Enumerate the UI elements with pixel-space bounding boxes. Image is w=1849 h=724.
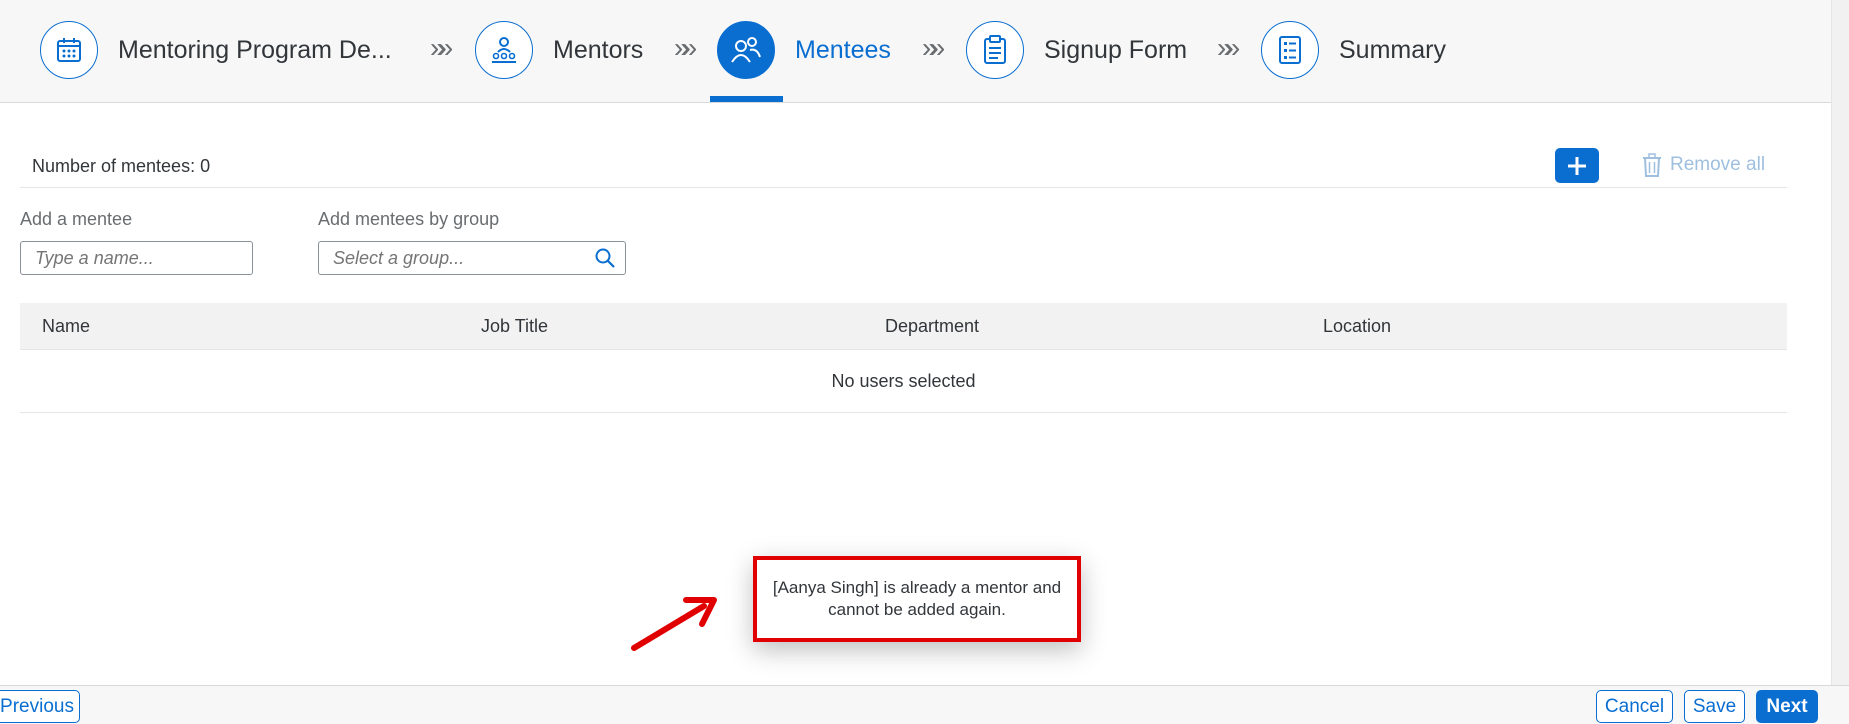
wizard-step-mentors[interactable]: Mentors [475,20,643,80]
remove-all-button[interactable]: Remove all [1642,150,1765,180]
wizard-step-label: Mentoring Program De... [118,35,392,64]
group-search-input[interactable] [318,241,626,275]
vertical-scrollbar[interactable] [1831,0,1849,685]
people-icon [717,21,775,79]
wizard-header: Mentoring Program De... »» Mentors »» Me… [0,0,1832,103]
add-group-label: Add mentees by group [318,209,500,229]
wizard-step-label: Mentees [795,35,891,64]
column-header-job-title[interactable]: Job Title [481,316,548,337]
active-step-indicator [710,96,783,102]
remove-all-label: Remove all [1670,154,1766,175]
wizard-step-program-details[interactable]: Mentoring Program De... [40,20,392,80]
clipboard-icon [966,21,1024,79]
step-separator-icon: »» [430,32,453,63]
wizard-step-label: Mentors [553,35,644,64]
step-separator-icon: »» [1217,32,1240,63]
search-icon[interactable] [594,247,616,269]
mentees-toolbar: Number of mentees: 0 Remove all [20,140,1787,188]
add-mentee-button[interactable] [1555,148,1599,183]
mentee-count: Number of mentees: 0 [32,156,211,176]
wizard-step-mentees[interactable]: Mentees [717,20,891,80]
column-header-department[interactable]: Department [885,316,979,337]
add-mentee-label: Add a mentee [20,209,133,229]
annotation-arrow-icon [631,597,717,651]
error-message-text: [Aanya Singh] is already a mentor and ca… [772,578,1062,619]
wizard-step-label: Summary [1339,35,1446,64]
wizard-step-label: Signup Form [1044,35,1188,64]
group-search-field[interactable] [318,241,626,275]
calendar-icon [40,21,98,79]
plus-icon [1568,156,1586,175]
previous-button[interactable]: Previous [0,690,80,723]
next-button[interactable]: Next [1756,690,1818,723]
column-header-location[interactable]: Location [1323,316,1391,337]
wizard-step-signup-form[interactable]: Signup Form [966,20,1187,80]
cancel-button[interactable]: Cancel [1596,690,1673,723]
trash-icon [1643,153,1661,177]
error-message-toast: [Aanya Singh] is already a mentor and ca… [753,556,1081,642]
add-mentee-input[interactable] [20,241,253,275]
wizard-step-summary[interactable]: Summary [1261,20,1446,80]
footer-toolbar: Previous Cancel Save Next [0,685,1849,724]
table-empty-message: No users selected [20,350,1787,413]
group-icon [475,21,533,79]
save-button[interactable]: Save [1684,690,1745,723]
mentees-table-header: Name Job Title Department Location [20,303,1787,350]
step-separator-icon: »» [922,32,945,63]
step-separator-icon: »» [674,32,697,63]
checklist-icon [1261,21,1319,79]
column-header-name[interactable]: Name [42,316,90,337]
